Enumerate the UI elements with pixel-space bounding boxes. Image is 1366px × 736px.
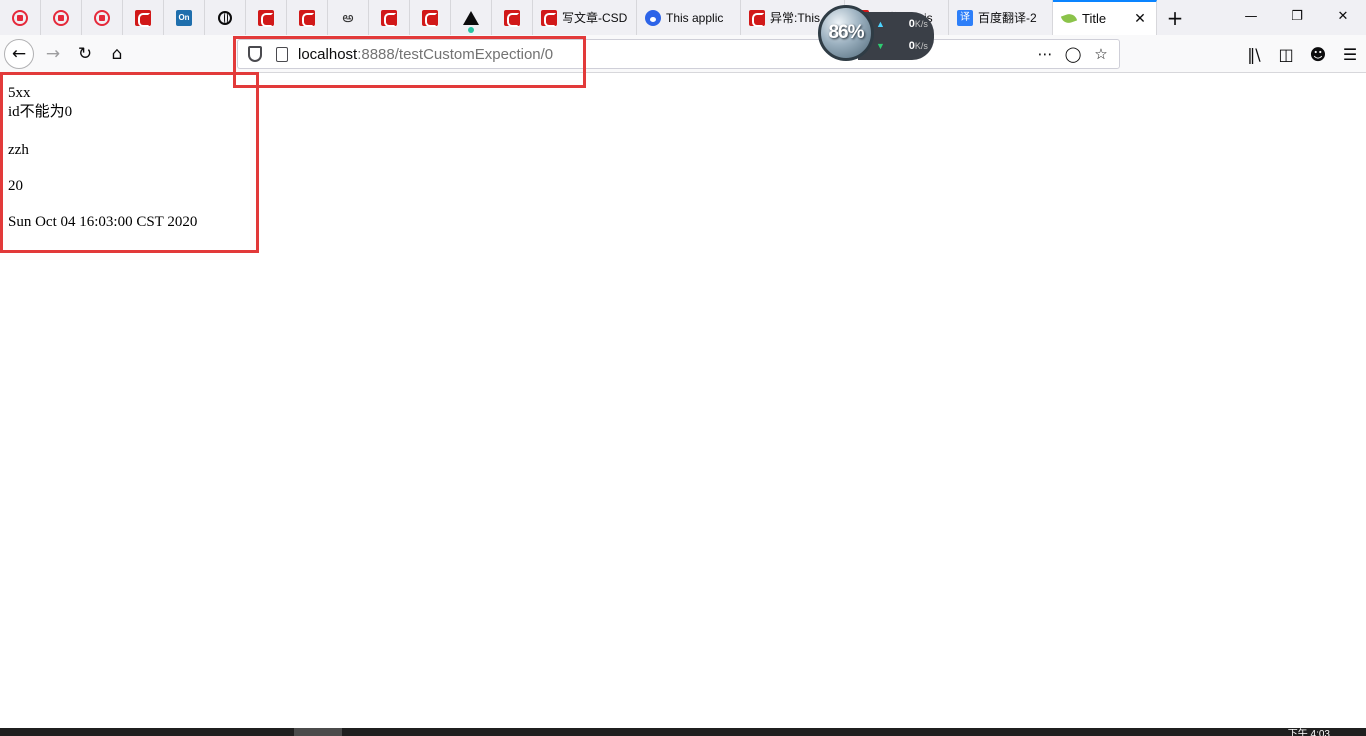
tab-pinned[interactable] xyxy=(123,0,164,35)
download-speed: ▼ 0K/s xyxy=(876,40,928,52)
csdn-icon xyxy=(749,9,765,27)
tab-close-icon[interactable]: ✕ xyxy=(1132,11,1148,27)
tab-title: Title xyxy=(1082,11,1107,26)
reload-button[interactable]: ↻ xyxy=(70,39,100,69)
bilibili-icon xyxy=(53,9,69,26)
annotation-box-content xyxy=(0,72,259,253)
csdn-icon xyxy=(504,9,520,27)
csdn-icon xyxy=(381,9,397,27)
close-window-button[interactable]: ✕ xyxy=(1320,0,1366,32)
home-icon: ⌂ xyxy=(111,44,123,64)
plus-icon: + xyxy=(1166,5,1184,30)
csdn-icon xyxy=(422,9,438,27)
tab[interactable]: 写文章-CSD xyxy=(533,0,637,35)
minimize-icon: — xyxy=(1244,8,1258,24)
nav-toolbar: ← → ↻ ⌂ localhost:8888/testCustomExpecti… xyxy=(0,35,1366,73)
tab-pinned[interactable] xyxy=(492,0,533,35)
upload-arrow-icon: ▲ xyxy=(876,19,885,29)
star-icon: ☆ xyxy=(1094,45,1108,63)
upload-speed-unit: K/s xyxy=(914,19,928,29)
tab[interactable]: This applic xyxy=(637,0,741,35)
sidebar-icon: ◫ xyxy=(1278,44,1294,64)
tab-pinned[interactable] xyxy=(287,0,328,35)
library-icon: ‖\ xyxy=(1247,44,1261,64)
csdn-icon xyxy=(258,9,274,27)
spring-leaf-icon xyxy=(1060,11,1078,27)
pocket-icon: ◯ xyxy=(1064,45,1082,63)
csdn-icon xyxy=(299,9,315,27)
restore-icon: ❐ xyxy=(1291,8,1303,24)
minimize-button[interactable]: — xyxy=(1228,0,1274,32)
tab-pinned[interactable]: అ xyxy=(328,0,369,35)
tab-pinned[interactable] xyxy=(205,0,246,35)
onenote-icon: On xyxy=(176,9,192,26)
forward-button[interactable]: → xyxy=(38,39,68,69)
bilibili-icon xyxy=(12,9,28,26)
gitee-icon xyxy=(94,9,110,26)
tab-pinned[interactable]: On xyxy=(164,0,205,35)
tab-pinned[interactable] xyxy=(82,0,123,35)
baidu-paw-icon xyxy=(645,9,661,26)
tab-pinned[interactable] xyxy=(41,0,82,35)
memory-usage-ball[interactable]: 86% xyxy=(818,5,874,61)
tab-pinned[interactable] xyxy=(369,0,410,35)
network-speed-widget[interactable]: ▲ 0K/s ▼ 0K/s 86% xyxy=(818,5,936,69)
taskbar-clock: 下午 4:03 xyxy=(1287,729,1330,736)
upload-speed: ▲ 0K/s xyxy=(876,18,928,30)
tab-attention-dot xyxy=(468,27,474,33)
arrow-right-icon: → xyxy=(45,44,61,64)
account-button[interactable]: ☻ xyxy=(1302,39,1334,69)
bookmark-star-button[interactable]: ☆ xyxy=(1091,44,1111,64)
tab-pinned[interactable] xyxy=(0,0,41,35)
restore-button[interactable]: ❐ xyxy=(1274,0,1320,32)
warning-icon xyxy=(463,10,479,26)
translate-icon: 译 xyxy=(957,9,973,26)
tab-strip: Onఅ写文章-CSDThis applic异常:This异常：This译百度翻译… xyxy=(0,0,1366,35)
tab[interactable]: 译百度翻译-2 xyxy=(949,0,1053,35)
url-actions: ⋯ ◯ ☆ xyxy=(1035,44,1119,64)
arrow-left-icon: ← xyxy=(11,44,27,64)
download-speed-unit: K/s xyxy=(914,41,928,51)
csdn-icon xyxy=(135,9,151,27)
tab-pinned[interactable] xyxy=(451,0,492,35)
tab-title: This applic xyxy=(666,10,724,25)
hamburger-menu-icon: ☰ xyxy=(1342,44,1358,64)
taskbar-active-app[interactable] xyxy=(294,728,342,736)
reload-icon: ↻ xyxy=(77,44,93,64)
upload-speed-value: 0 xyxy=(908,18,915,30)
pocket-button[interactable]: ◯ xyxy=(1063,44,1083,64)
sidebar-button[interactable]: ◫ xyxy=(1270,39,1302,69)
tab-selected[interactable]: Title ✕ xyxy=(1053,0,1157,35)
home-button[interactable]: ⌂ xyxy=(102,39,132,69)
more-horizontal-icon: ⋯ xyxy=(1037,45,1053,63)
back-button[interactable]: ← xyxy=(4,39,34,69)
tab-title: 写文章-CSD xyxy=(562,11,628,25)
account-icon: ☻ xyxy=(1309,44,1327,64)
tab-pinned[interactable] xyxy=(246,0,287,35)
tab-title: 百度翻译-2 xyxy=(978,11,1037,25)
globe-icon xyxy=(217,10,233,26)
menu-button[interactable]: ☰ xyxy=(1334,39,1366,69)
download-arrow-icon: ▼ xyxy=(876,41,885,51)
library-button[interactable]: ‖\ xyxy=(1238,39,1270,69)
annotation-box-url xyxy=(233,36,586,88)
toolbar-right-icons: ‖\ ◫ ☻ ☰ xyxy=(1238,39,1366,69)
page-actions-button[interactable]: ⋯ xyxy=(1035,44,1055,64)
close-icon: ✕ xyxy=(1337,8,1349,24)
new-tab-button[interactable]: + xyxy=(1157,0,1193,35)
window-controls: — ❐ ✕ xyxy=(1228,0,1366,35)
tab-pinned[interactable] xyxy=(410,0,451,35)
memory-usage-percent: 86% xyxy=(828,22,864,43)
csdn-icon xyxy=(541,9,557,27)
tab-list: Onఅ写文章-CSDThis applic异常:This异常：This译百度翻译… xyxy=(0,0,1157,35)
taskbar: 下午 4:03 xyxy=(0,728,1366,736)
dev-symbol-icon: అ xyxy=(342,9,354,26)
download-speed-value: 0 xyxy=(908,40,915,52)
